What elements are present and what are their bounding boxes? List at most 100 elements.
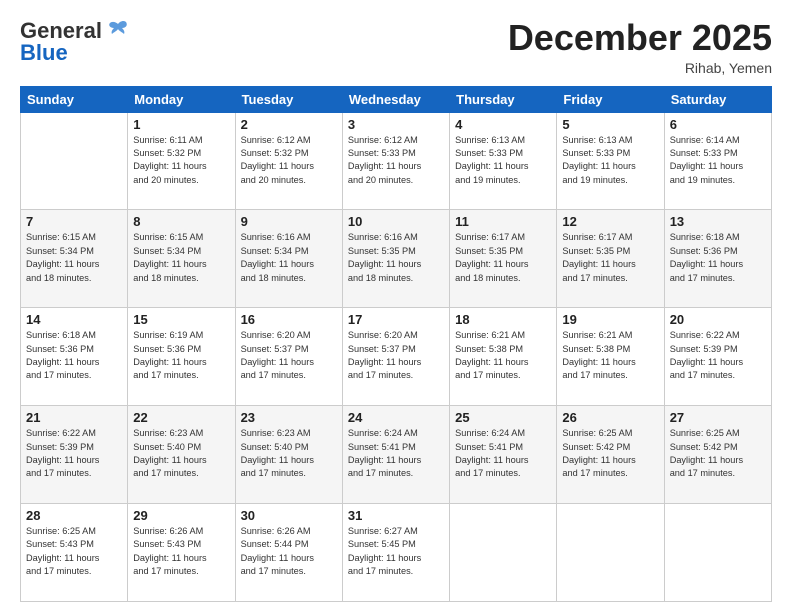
day-info: Sunrise: 6:16 AM Sunset: 5:34 PM Dayligh… (241, 231, 337, 284)
table-row: 15Sunrise: 6:19 AM Sunset: 5:36 PM Dayli… (128, 308, 235, 406)
table-row: 10 Sunrise: 6:16 AM Sunset: 5:35 PM Dayli… (342, 210, 449, 308)
table-row: 28 Sunrise: 6:25 AM Sunset: 5:43 PM Dayli… (21, 504, 128, 602)
table-row: 4 Sunrise: 6:13 AM Sunset: 5:33 PM Daylig… (450, 112, 557, 210)
day-info: Sunrise: 6:16 AM Sunset: 5:35 PM Dayligh… (348, 231, 444, 284)
day-number: 21 (26, 410, 122, 425)
day-info: Sunrise: 6:18 AM Sunset: 5:36 PM Dayligh… (670, 231, 766, 284)
day-number: 19 (562, 312, 658, 327)
table-row: 7 Sunrise: 6:15 AM Sunset: 5:34 PM Daylig… (21, 210, 128, 308)
title-section: December 2025 Rihab, Yemen (508, 18, 772, 76)
day-number: 1 (133, 117, 229, 132)
table-row: 14Sunrise: 6:18 AM Sunset: 5:36 PM Dayli… (21, 308, 128, 406)
month-title: December 2025 (508, 18, 772, 58)
table-row: 18 Sunrise: 6:21 AM Sunset: 5:38 PM Dayli… (450, 308, 557, 406)
table-row: 9 Sunrise: 6:16 AM Sunset: 5:34 PM Daylig… (235, 210, 342, 308)
day-number: 30 (241, 508, 337, 523)
day-number: 17 (348, 312, 444, 327)
table-row: 31Sunrise: 6:27 AM Sunset: 5:45 PM Dayli… (342, 504, 449, 602)
day-number: 29 (133, 508, 229, 523)
calendar-week-row: 1 Sunrise: 6:11 AM Sunset: 5:32 PM Daylig… (21, 112, 772, 210)
table-row: 11Sunrise: 6:17 AM Sunset: 5:35 PM Dayli… (450, 210, 557, 308)
day-number: 4 (455, 117, 551, 132)
calendar-week-row: 21 Sunrise: 6:22 AM Sunset: 5:39 PM Dayli… (21, 406, 772, 504)
table-row: 27Sunrise: 6:25 AM Sunset: 5:42 PM Dayli… (664, 406, 771, 504)
table-row: 13 Sunrise: 6:18 AM Sunset: 5:36 PM Dayli… (664, 210, 771, 308)
day-number: 14 (26, 312, 122, 327)
day-number: 6 (670, 117, 766, 132)
day-info: Sunrise: 6:24 AM Sunset: 5:41 PM Dayligh… (348, 427, 444, 480)
col-friday: Friday (557, 86, 664, 112)
calendar-week-row: 14Sunrise: 6:18 AM Sunset: 5:36 PM Dayli… (21, 308, 772, 406)
table-row: 29 Sunrise: 6:26 AM Sunset: 5:43 PM Dayli… (128, 504, 235, 602)
day-info: Sunrise: 6:24 AM Sunset: 5:41 PM Dayligh… (455, 427, 551, 480)
day-info: Sunrise: 6:14 AM Sunset: 5:33 PM Dayligh… (670, 134, 766, 187)
day-number: 24 (348, 410, 444, 425)
day-number: 18 (455, 312, 551, 327)
table-row: 20Sunrise: 6:22 AM Sunset: 5:39 PM Dayli… (664, 308, 771, 406)
day-info: Sunrise: 6:17 AM Sunset: 5:35 PM Dayligh… (562, 231, 658, 284)
day-info: Sunrise: 6:26 AM Sunset: 5:44 PM Dayligh… (241, 525, 337, 578)
table-row (664, 504, 771, 602)
day-number: 2 (241, 117, 337, 132)
day-number: 16 (241, 312, 337, 327)
col-sunday: Sunday (21, 86, 128, 112)
day-info: Sunrise: 6:15 AM Sunset: 5:34 PM Dayligh… (133, 231, 229, 284)
table-row: 17 Sunrise: 6:20 AM Sunset: 5:37 PM Dayli… (342, 308, 449, 406)
day-info: Sunrise: 6:15 AM Sunset: 5:34 PM Dayligh… (26, 231, 122, 284)
table-row: 12 Sunrise: 6:17 AM Sunset: 5:35 PM Dayli… (557, 210, 664, 308)
day-number: 12 (562, 214, 658, 229)
day-info: Sunrise: 6:21 AM Sunset: 5:38 PM Dayligh… (455, 329, 551, 382)
col-thursday: Thursday (450, 86, 557, 112)
day-number: 26 (562, 410, 658, 425)
day-number: 9 (241, 214, 337, 229)
day-info: Sunrise: 6:26 AM Sunset: 5:43 PM Dayligh… (133, 525, 229, 578)
logo-bird-icon (106, 20, 130, 40)
calendar-week-row: 7 Sunrise: 6:15 AM Sunset: 5:34 PM Daylig… (21, 210, 772, 308)
header: General Blue December 2025 Rihab, Yemen (20, 18, 772, 76)
day-info: Sunrise: 6:25 AM Sunset: 5:42 PM Dayligh… (562, 427, 658, 480)
table-row: 25 Sunrise: 6:24 AM Sunset: 5:41 PM Dayli… (450, 406, 557, 504)
day-info: Sunrise: 6:25 AM Sunset: 5:42 PM Dayligh… (670, 427, 766, 480)
table-row: 23 Sunrise: 6:23 AM Sunset: 5:40 PM Dayli… (235, 406, 342, 504)
table-row: 1 Sunrise: 6:11 AM Sunset: 5:32 PM Daylig… (128, 112, 235, 210)
col-tuesday: Tuesday (235, 86, 342, 112)
day-info: Sunrise: 6:13 AM Sunset: 5:33 PM Dayligh… (455, 134, 551, 187)
day-number: 31 (348, 508, 444, 523)
table-row (21, 112, 128, 210)
day-info: Sunrise: 6:12 AM Sunset: 5:32 PM Dayligh… (241, 134, 337, 187)
day-info: Sunrise: 6:20 AM Sunset: 5:37 PM Dayligh… (348, 329, 444, 382)
day-number: 20 (670, 312, 766, 327)
day-number: 10 (348, 214, 444, 229)
day-number: 13 (670, 214, 766, 229)
day-info: Sunrise: 6:23 AM Sunset: 5:40 PM Dayligh… (241, 427, 337, 480)
day-info: Sunrise: 6:20 AM Sunset: 5:37 PM Dayligh… (241, 329, 337, 382)
page: General Blue December 2025 Rihab, Yemen … (0, 0, 792, 612)
day-number: 23 (241, 410, 337, 425)
day-number: 22 (133, 410, 229, 425)
day-info: Sunrise: 6:12 AM Sunset: 5:33 PM Dayligh… (348, 134, 444, 187)
table-row: 19Sunrise: 6:21 AM Sunset: 5:38 PM Dayli… (557, 308, 664, 406)
table-row: 5Sunrise: 6:13 AM Sunset: 5:33 PM Daylig… (557, 112, 664, 210)
day-info: Sunrise: 6:25 AM Sunset: 5:43 PM Dayligh… (26, 525, 122, 578)
day-info: Sunrise: 6:22 AM Sunset: 5:39 PM Dayligh… (26, 427, 122, 480)
day-info: Sunrise: 6:11 AM Sunset: 5:32 PM Dayligh… (133, 134, 229, 187)
table-row: 6 Sunrise: 6:14 AM Sunset: 5:33 PM Daylig… (664, 112, 771, 210)
day-number: 28 (26, 508, 122, 523)
col-monday: Monday (128, 86, 235, 112)
day-info: Sunrise: 6:23 AM Sunset: 5:40 PM Dayligh… (133, 427, 229, 480)
table-row: 2 Sunrise: 6:12 AM Sunset: 5:32 PM Daylig… (235, 112, 342, 210)
table-row (450, 504, 557, 602)
location: Rihab, Yemen (508, 60, 772, 76)
day-number: 11 (455, 214, 551, 229)
day-number: 7 (26, 214, 122, 229)
logo: General Blue (20, 18, 130, 66)
table-row: 30 Sunrise: 6:26 AM Sunset: 5:44 PM Dayli… (235, 504, 342, 602)
day-number: 5 (562, 117, 658, 132)
logo-blue: Blue (20, 40, 68, 66)
day-number: 25 (455, 410, 551, 425)
col-wednesday: Wednesday (342, 86, 449, 112)
calendar-header-row: Sunday Monday Tuesday Wednesday Thursday… (21, 86, 772, 112)
calendar-week-row: 28 Sunrise: 6:25 AM Sunset: 5:43 PM Dayli… (21, 504, 772, 602)
table-row (557, 504, 664, 602)
table-row: 16 Sunrise: 6:20 AM Sunset: 5:37 PM Dayli… (235, 308, 342, 406)
